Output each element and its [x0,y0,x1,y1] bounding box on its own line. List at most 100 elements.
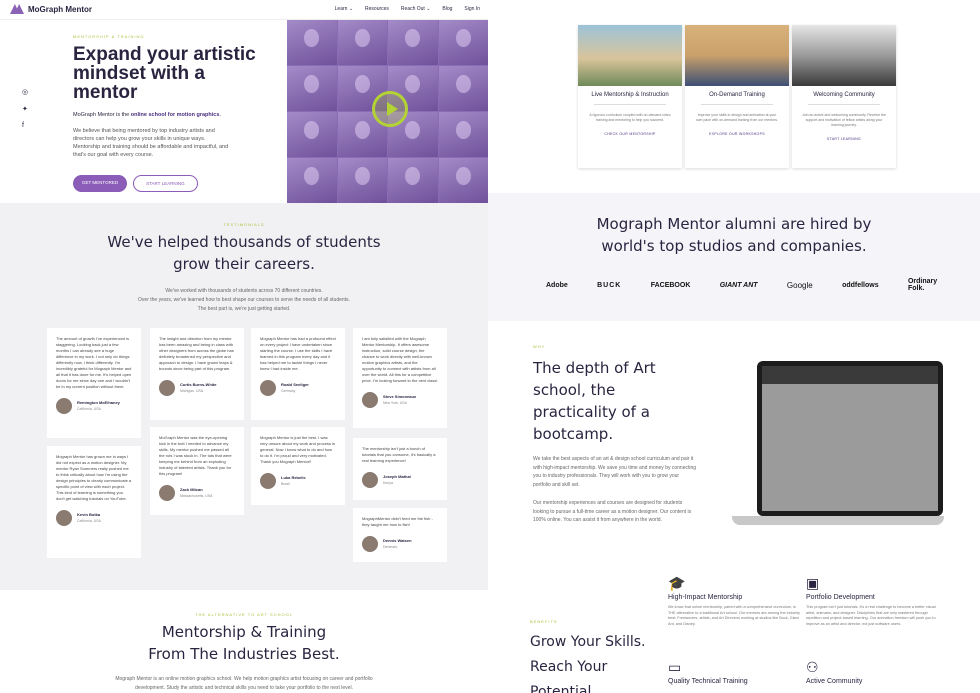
mentor-photo [337,158,387,203]
offerings-section: Live Mentorship & Instruction A rigorous… [488,0,980,193]
testimonial-card: The amount of growth I've experienced is… [47,328,141,438]
start-learning-button[interactable]: START LEARNING [133,175,198,192]
mtrain-eyebrow: THE ALTERNATIVE TO ART SCHOOL [195,612,293,617]
twitter-icon[interactable]: ✦ [22,105,28,113]
hero-buttons: GET MENTORED START LEARNING [73,175,273,192]
instagram-icon[interactable]: ◎ [22,88,28,96]
page-collage: MoGraph Mentor Learn ⌄ Resources Reach O… [0,0,980,693]
oddfellows-logo: oddfellows [842,281,879,289]
testimonials-header: TESTIMONIALS We've helped thousands of s… [0,222,488,314]
testimonial-card: Mograph Mentor has grown me in ways I di… [47,446,141,558]
logo-mark-icon [10,4,24,14]
testimonial-text: The insight and direction from my mentor… [159,336,234,371]
mentor-photo [287,158,337,203]
feature-body: We know that online mentorship, paired w… [668,605,800,626]
laptop-base [732,516,944,525]
testimonial-card: The mentorship isn't just a bunch of tut… [353,438,447,500]
hero-eyebrow: MENTORSHIP & TRAINING [73,34,145,39]
avatar [56,398,72,414]
offering-image [792,25,896,86]
offering-title: Welcoming Community [813,92,875,98]
mtrain-body-line: development. Study the artistic and tech… [135,685,353,691]
mentor-photo [388,158,438,203]
offering-card[interactable]: Welcoming Community Join an active and w… [792,25,896,168]
studio-logos: Adobe BUCK FACEBOOK GIANT ANT Google odd… [546,278,946,292]
mortarboard-icon: 🎓 [668,575,686,591]
laptop-screen [757,361,943,516]
testimonial-card: MoGraph Mentor was the eye-opening kick … [150,427,244,515]
offering-image [685,25,789,86]
person-location: Denmark [383,545,398,549]
person-location: Germany [281,389,296,393]
feature-title: Quality Technical Training [668,678,748,685]
avatar [260,380,276,396]
offering-card[interactable]: Live Mentorship & Instruction A rigorous… [578,25,682,168]
play-video-icon[interactable] [372,91,408,127]
feature-title: High-Impact Mentorship [668,594,743,601]
hero-copy: MENTORSHIP & TRAINING Expand your artist… [73,34,273,192]
offering-card[interactable]: On-Demand Training Improve your skills i… [685,25,789,168]
grow-eyebrow: BENEFITS [530,619,558,624]
offering-title: On-Demand Training [709,92,765,98]
facebook-icon[interactable]: f [22,122,28,129]
avatar [362,536,378,552]
testimonials-sub-line: We've worked with thousands of students … [165,288,323,294]
giant-ant-logo: GIANT ANT [719,281,758,289]
offering-title: Live Mentorship & Instruction [591,92,669,98]
grow-section: BENEFITS Grow Your Skills. Reach Your Po… [488,561,980,693]
testimonials-sub-line: Over the years, we've learned how to bes… [138,297,350,303]
testimonial-person: Roald Seeliger Germany [260,380,336,396]
testimonial-card: I am fully satisfied with the Mograph Me… [353,328,447,428]
feature-block: 🎓 High-Impact Mentorship We know that on… [668,575,800,627]
mtrain-title: Mentorship & Training From The Industrie… [0,621,488,665]
art-copy: WHY The depth of Art school, the practic… [533,344,698,525]
hero-sub-bold: online school for motion graphics [130,112,220,118]
offering-link[interactable]: START LEARNING [792,137,896,141]
testimonial-person: Remington McElhaney California, USA [56,398,132,414]
testimonial-person: Kevin Botka California, USA [56,510,132,526]
avatar [362,472,378,488]
hero-subtitle: MoGraph Mentor is the online school for … [73,112,273,118]
person-location: Massachusetts, USA [180,494,213,498]
testimonials-section: TESTIMONIALS We've helped thousands of s… [0,203,488,590]
mentor-photo [438,112,488,157]
nav-learn[interactable]: Learn ⌄ [335,6,353,12]
get-mentored-button[interactable]: GET MENTORED [73,175,128,192]
testimonial-card: Mograph Mentor is just the best. I was v… [251,427,345,505]
feature-block: ⚇ Active Community [806,659,938,685]
nav-reach-out[interactable]: Reach Out ⌄ [401,6,430,12]
art-body: We take the best aspects of an art & des… [533,456,697,488]
offering-image [578,25,682,86]
offering-desc: Join an active and welcoming community. … [802,113,886,127]
ordinary-folk-logo: Ordinary Folk. [907,278,938,292]
testimonials-subtitle: We've worked with thousands of students … [0,287,488,314]
offering-desc: A rigorous curriculum coupled with on-de… [589,113,671,122]
testimonial-person: Steve Simoneaux New York, USA [362,392,438,408]
person-location: California, USA [77,519,101,523]
mentor-photo [337,20,387,65]
site-logo[interactable]: MoGraph Mentor [10,4,92,14]
feature-body: This program isn't just tutorials. It's … [806,605,936,626]
testimonial-card: The insight and direction from my mentor… [150,328,244,420]
testimonial-text: Mograph Mentor has had a profound effect… [260,336,336,371]
alumni-title: Mograph Mentor alumni are hired by world… [596,215,872,255]
art-school-section: WHY The depth of Art school, the practic… [488,321,980,561]
feature-block: ▣ Portfolio Development This program isn… [806,575,938,627]
testimonial-person: Curtis Burns-White Michigan, USA [159,380,235,396]
person-location: Michigan, USA [180,389,204,393]
offering-desc: Improve your skills in design and animat… [696,113,778,122]
buck-logo: BUCK [597,281,622,289]
nav-resources[interactable]: Resources [365,6,389,12]
adobe-logo: Adobe [546,281,568,289]
top-nav: MoGraph Mentor Learn ⌄ Resources Reach O… [0,0,488,20]
testimonial-text: MographMentor didn't feed me the fish - … [362,516,433,527]
offering-link[interactable]: CHECK OUR MENTORSHIP [578,132,682,136]
feature-title: Portfolio Development [806,594,875,601]
portfolio-icon: ▣ [806,575,820,591]
offering-link[interactable]: EXPLORE OUR WORKSHOPS [685,132,789,136]
nav-sign-in[interactable]: Sign In [464,6,480,12]
testimonial-card: Mograph Mentor has had a profound effect… [251,328,345,420]
nav-blog[interactable]: Blog [442,6,452,12]
feature-title: Active Community [806,678,863,685]
logo-text: MoGraph Mentor [28,4,92,14]
